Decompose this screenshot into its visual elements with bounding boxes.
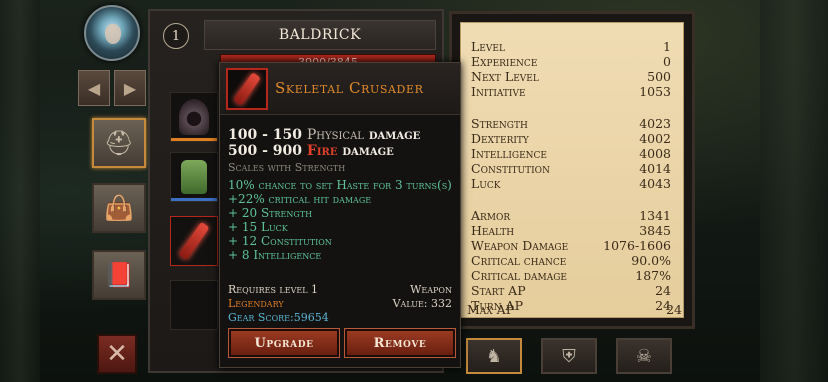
remove-button[interactable]: Remove [344,328,456,358]
bonus-list: 10% chance to set Haste for 3 turns(s) +… [228,178,456,262]
stat-row-experience: Experience 0 [471,54,671,69]
stat-row-dexterity: Dexterity 4002 [471,131,671,146]
item-type: Weapon [410,283,452,296]
scales-with-text: Scales with Strength [228,161,346,174]
item-rarity: Legendary [228,297,284,310]
bonus-line: + 20 Strength [228,206,313,220]
tab-warrior[interactable]: ♞ [466,338,522,374]
horned-helm-icon: ♞ [485,345,503,367]
staff-icon [178,221,210,261]
rarity-strip [171,198,217,201]
bag-icon: 👜 [104,194,134,222]
equip-slot-head[interactable] [170,92,218,142]
stat-row-constitution: Constitution 4014 [471,161,671,176]
skull-icon: ☠ [635,345,653,367]
close-button[interactable]: ✕ [97,334,137,374]
item-icon [226,68,268,110]
left-arrow-icon: ◀ [87,78,101,98]
prev-hero-button[interactable]: ◀ [78,70,110,106]
rarity-strip [171,138,217,141]
stat-row-max-ap: Max AP 24 [467,302,682,317]
close-icon: ✕ [106,339,128,369]
equipment-tab-button[interactable]: ⛑ [92,118,146,168]
stat-row-next-level: Next Level 500 [471,69,671,84]
stat-row-weapon-damage: Weapon Damage 1076-1606 [471,238,671,253]
stat-row-level: Level 1 [471,39,671,54]
next-hero-button[interactable]: ▶ [114,70,146,106]
stat-row-initiative: Initiative 1053 [471,84,671,99]
bonus-line: + 8 Intelligence [228,248,322,262]
damage-line-physical: 100 - 150 Physical damage [228,127,421,143]
item-title: Skeletal Crusader [275,79,424,97]
equip-slot-weapon[interactable] [170,216,218,266]
inventory-tab-button[interactable]: 👜 [92,183,146,233]
gear-score: Gear Score:59654 [228,311,329,324]
stat-row-critical-chance: Critical chance 90.0% [471,253,671,268]
shield-icon: ⛨ [562,345,576,367]
stats-parchment: Level 1 Experience 0 Next Level 500 Initiat… [460,22,684,318]
stat-row-intelligence: Intelligence 4008 [471,146,671,161]
required-level: Requires level 1 [228,283,319,296]
item-tooltip: Skeletal Crusader 100 - 150 Physical dam… [219,62,461,368]
staff-icon [233,72,261,106]
tab-skull[interactable]: ☠ [616,338,672,374]
stat-row-critical-damage: Critical damage 187% [471,268,671,283]
bonus-line: 10% chance to set Haste for 3 turns(s) [228,178,452,192]
stat-row-health: Health 3845 [471,223,671,238]
helmet-icon: ⛑ [103,129,135,157]
equip-slot-offhand[interactable] [170,280,218,330]
equip-slot-chest[interactable] [170,152,218,202]
tab-shield[interactable]: ⛨ [541,338,597,374]
stat-row-armor: Armor 1341 [471,208,671,223]
stat-row-strength: Strength 4023 [471,116,671,131]
bonus-line: + 15 Luck [228,220,288,234]
background-pillar-right [760,0,828,382]
vest-icon [181,160,207,194]
stats-panel: Level 1 Experience 0 Next Level 500 Initiat… [449,11,695,329]
hood-icon [179,99,209,135]
character-name: BALDRICK [204,20,436,50]
item-value: Value: 332 [392,297,452,310]
level-badge: 1 [163,23,189,49]
tooltip-header: Skeletal Crusader [220,63,460,115]
bonus-line: + 12 Constitution [228,234,332,248]
book-icon: 📕 [104,261,134,289]
damage-line-fire: 500 - 900 Fire damage [228,143,394,159]
book-tab-button[interactable]: 📕 [92,250,146,300]
stat-row-luck: Luck 4043 [471,176,671,191]
bonus-line: +22% critical hit damage [228,192,372,206]
right-arrow-icon: ▶ [123,78,137,98]
stat-row-start-ap: Start AP 24 [471,283,671,298]
background-pillar-left [0,0,40,382]
upgrade-button[interactable]: Upgrade [228,328,340,358]
hero-avatar[interactable] [84,5,140,61]
